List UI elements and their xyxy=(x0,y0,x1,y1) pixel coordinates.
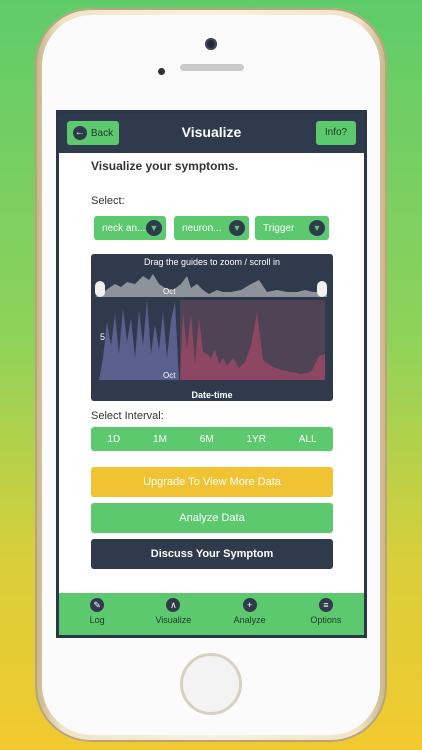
right-guide-handle[interactable] xyxy=(317,281,327,297)
tab-log-label: Log xyxy=(89,615,105,625)
tab-options-label: Options xyxy=(310,615,342,625)
left-guide-handle[interactable] xyxy=(95,281,105,297)
y-tick-label: 5 xyxy=(100,332,105,342)
x-axis-label: Date-time xyxy=(191,390,233,400)
interval-6m[interactable]: 6M xyxy=(200,434,214,445)
upgrade-button[interactable]: Upgrade To View More Data xyxy=(91,467,333,497)
discuss-symptom-button[interactable]: Discuss Your Symptom xyxy=(91,539,333,569)
symptom-chart[interactable]: Drag the guides to zoom / scroll in Oct … xyxy=(91,254,333,401)
navigator-month-tick: Oct xyxy=(163,287,176,296)
nav-bar: ← Back Visualize Info? xyxy=(59,113,364,153)
interval-selector: 1D 1M 6M 1YR ALL xyxy=(91,427,333,451)
speaker-grille xyxy=(180,64,244,71)
proximity-sensor xyxy=(158,68,165,75)
category-dropdown[interactable]: neuron... ▼ xyxy=(174,216,249,240)
chevron-down-icon: ▼ xyxy=(146,220,162,236)
navigator-area xyxy=(95,274,327,297)
trigger-dropdown-value: Trigger xyxy=(263,222,295,234)
chevron-down-icon: ▼ xyxy=(229,220,245,236)
tab-visualize[interactable]: ∧ Visualize xyxy=(138,593,208,635)
interval-1d[interactable]: 1D xyxy=(107,434,120,445)
home-button[interactable] xyxy=(180,653,242,715)
select-label: Select: xyxy=(91,195,125,207)
tab-visualize-label: Visualize xyxy=(155,615,192,625)
x-month-tick: Oct xyxy=(163,371,176,380)
menu-icon: ≡ xyxy=(318,598,333,612)
symptom-dropdown-value: neck an... xyxy=(102,222,146,234)
info-button[interactable]: Info? xyxy=(316,121,356,145)
tab-analyze[interactable]: + Analyze xyxy=(215,593,285,635)
pencil-icon: ✎ xyxy=(90,598,105,612)
series-a-area xyxy=(99,300,179,380)
tab-analyze-label: Analyze xyxy=(233,615,266,625)
chevron-down-icon: ▼ xyxy=(309,220,325,236)
trigger-dropdown[interactable]: Trigger ▼ xyxy=(255,216,329,240)
camera-icon xyxy=(205,38,217,50)
interval-1yr[interactable]: 1YR xyxy=(247,434,266,445)
chart-line-icon: ∧ xyxy=(166,598,181,612)
interval-all[interactable]: ALL xyxy=(299,434,317,445)
tab-log[interactable]: ✎ Log xyxy=(62,593,132,635)
plus-icon: + xyxy=(242,598,257,612)
interval-1m[interactable]: 1M xyxy=(153,434,167,445)
tab-bar: ✎ Log ∧ Visualize + Analyze ≡ Options xyxy=(59,593,364,635)
symptom-dropdown[interactable]: neck an... ▼ xyxy=(94,216,166,240)
main-content: Visualize your symptoms. Select: neck an… xyxy=(59,153,364,593)
category-dropdown-value: neuron... xyxy=(182,222,222,234)
tab-options[interactable]: ≡ Options xyxy=(291,593,361,635)
chart-canvas: Oct 5 Oct xyxy=(95,274,327,380)
section-heading: Visualize your symptoms. xyxy=(91,159,239,173)
app-screen: ← Back Visualize Info? Visualize your sy… xyxy=(56,110,367,638)
interval-label: Select Interval: xyxy=(91,410,164,422)
analyze-data-button[interactable]: Analyze Data xyxy=(91,503,333,533)
